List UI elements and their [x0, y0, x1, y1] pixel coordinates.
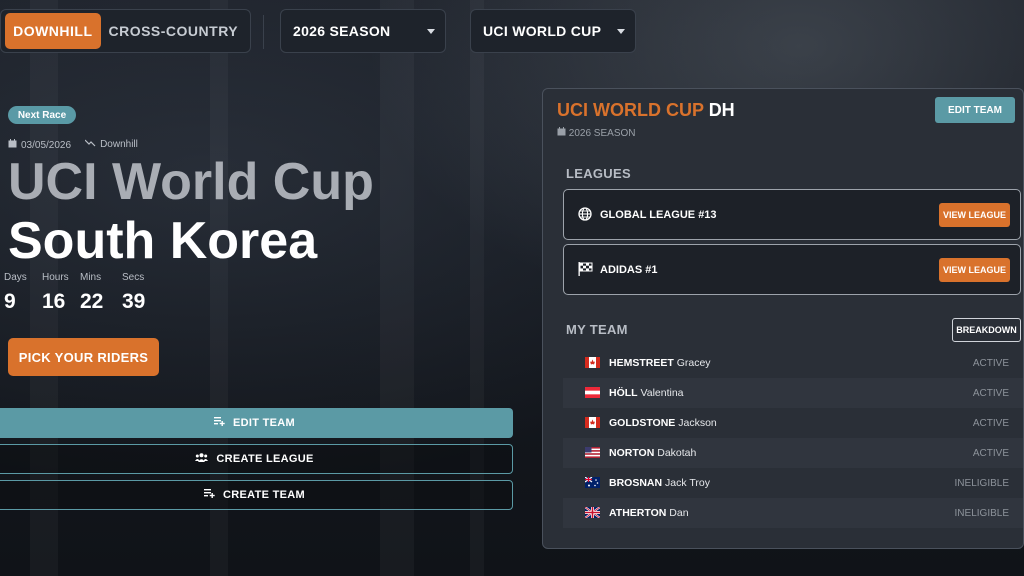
- rider-status: ACTIVE: [972, 357, 1009, 369]
- rider-first-name: Dan: [669, 507, 689, 519]
- rider-status: INELIGIBLE: [954, 477, 1009, 489]
- table-row[interactable]: BROSNAN Jack Troy INELIGIBLE: [563, 468, 1023, 498]
- race-title-location: South Korea: [8, 212, 318, 270]
- rider-name: HEMSTREET Gracey: [609, 357, 711, 369]
- race-date: 03/05/2026: [8, 139, 71, 151]
- rider-last-name: BROSNAN: [609, 477, 663, 489]
- rider-name: HÖLL Valentina: [609, 387, 684, 399]
- list-add-icon: [204, 489, 215, 501]
- race-title-series: UCI World Cup: [8, 153, 374, 211]
- rider-first-name: Gracey: [676, 357, 711, 369]
- race-type: Downhill: [84, 139, 138, 151]
- season-select-value: 2026 SEASON: [293, 23, 391, 39]
- countdown-value: 39: [122, 290, 146, 313]
- countdown-hours: Hours 16: [42, 272, 69, 314]
- view-league-button[interactable]: VIEW LEAGUE: [939, 203, 1010, 227]
- table-row[interactable]: HEMSTREET Gracey ACTIVE: [563, 348, 1023, 378]
- league-name: GLOBAL LEAGUE #13: [600, 209, 717, 221]
- edit-team-label: EDIT TEAM: [233, 417, 295, 429]
- rider-first-name: Jack Troy: [665, 477, 710, 489]
- countdown-mins: Mins 22: [80, 272, 108, 314]
- create-league-label: CREATE LEAGUE: [216, 453, 314, 465]
- canada-flag-icon: [585, 417, 600, 428]
- countdown-secs: Secs 39: [122, 272, 150, 314]
- create-team-button[interactable]: CREATE TEAM: [0, 480, 513, 510]
- checkered-flag-icon: [578, 262, 593, 281]
- panel-season: 2026 SEASON: [557, 127, 636, 139]
- cross-country-tab[interactable]: CROSS-COUNTRY: [101, 13, 246, 49]
- rider-last-name: NORTON: [609, 447, 655, 459]
- rider-status: ACTIVE: [972, 417, 1009, 429]
- rider-last-name: GOLDSTONE: [609, 417, 676, 429]
- league-card: GLOBAL LEAGUE #13 VIEW LEAGUE: [563, 189, 1021, 240]
- globe-icon: [578, 207, 592, 226]
- usa-flag-icon: [585, 447, 600, 458]
- chevron-down-icon: [427, 29, 435, 34]
- next-race-badge: Next Race: [8, 106, 76, 124]
- chevron-down-icon: [617, 29, 625, 34]
- downhill-tab[interactable]: DOWNHILL: [5, 13, 101, 49]
- rider-last-name: ATHERTON: [609, 507, 667, 519]
- panel-edit-team-button[interactable]: EDIT TEAM: [935, 97, 1015, 123]
- create-team-label: CREATE TEAM: [223, 489, 305, 501]
- australia-flag-icon: [585, 477, 600, 488]
- create-league-button[interactable]: CREATE LEAGUE: [0, 444, 513, 474]
- canada-flag-icon: [585, 357, 600, 368]
- race-type-text: Downhill: [100, 139, 138, 150]
- view-league-button[interactable]: VIEW LEAGUE: [939, 258, 1010, 282]
- trend-down-icon: [84, 139, 96, 150]
- countdown-label: Mins: [80, 272, 102, 283]
- countdown-label: Days: [4, 272, 27, 283]
- rider-first-name: Dakotah: [657, 447, 697, 459]
- countdown-value: 22: [80, 290, 104, 313]
- countdown-label: Secs: [122, 272, 145, 283]
- rider-name: GOLDSTONE Jackson: [609, 417, 717, 429]
- rider-status: ACTIVE: [972, 447, 1009, 459]
- rider-name: NORTON Dakotah: [609, 447, 696, 459]
- countdown-value: 9: [4, 290, 16, 313]
- table-row[interactable]: GOLDSTONE Jackson ACTIVE: [563, 408, 1023, 438]
- season-select[interactable]: 2026 SEASON: [280, 9, 446, 53]
- team-panel: UCI WORLD CUP DH 2026 SEASON EDIT TEAM L…: [542, 88, 1024, 549]
- divider: [263, 15, 264, 49]
- calendar-icon: [8, 139, 17, 151]
- my-team-heading: MY TEAM: [566, 322, 628, 337]
- countdown-value: 16: [42, 290, 66, 313]
- series-select[interactable]: UCI WORLD CUP: [470, 9, 636, 53]
- league-card: ADIDAS #1 VIEW LEAGUE: [563, 244, 1021, 295]
- austria-flag-icon: [585, 387, 600, 398]
- panel-title-discipline: DH: [708, 100, 735, 120]
- panel-title: UCI WORLD CUP DH: [557, 100, 735, 121]
- race-meta: 03/05/2026 Downhill: [8, 139, 138, 151]
- countdown: Days 9 Hours 16 Mins 22 Secs 39: [4, 272, 164, 314]
- league-name: ADIDAS #1: [600, 264, 658, 276]
- users-icon: [195, 453, 209, 465]
- breakdown-button[interactable]: BREAKDOWN: [952, 318, 1021, 342]
- pick-riders-button[interactable]: PICK YOUR RIDERS: [8, 338, 159, 376]
- leagues-heading: LEAGUES: [566, 166, 631, 181]
- table-row[interactable]: HÖLL Valentina ACTIVE: [563, 378, 1023, 408]
- rider-name: BROSNAN Jack Troy: [609, 477, 710, 489]
- countdown-days: Days 9: [4, 272, 28, 314]
- rider-first-name: Jackson: [678, 417, 717, 429]
- table-row[interactable]: ATHERTON Dan INELIGIBLE: [563, 498, 1023, 528]
- table-row[interactable]: NORTON Dakotah ACTIVE: [563, 438, 1023, 468]
- rider-status: INELIGIBLE: [954, 507, 1009, 519]
- rider-first-name: Valentina: [640, 387, 684, 399]
- series-select-value: UCI WORLD CUP: [483, 23, 602, 39]
- rider-status: ACTIVE: [972, 387, 1009, 399]
- list-edit-icon: [214, 417, 225, 429]
- rider-last-name: HÖLL: [609, 387, 638, 399]
- uk-flag-icon: [585, 507, 600, 518]
- countdown-label: Hours: [42, 272, 69, 283]
- rider-name: ATHERTON Dan: [609, 507, 689, 519]
- edit-team-button[interactable]: EDIT TEAM: [0, 408, 513, 438]
- calendar-icon: [557, 127, 569, 139]
- panel-season-text: 2026 SEASON: [568, 128, 636, 139]
- rider-last-name: HEMSTREET: [609, 357, 674, 369]
- race-date-text: 03/05/2026: [21, 140, 72, 151]
- panel-title-series: UCI WORLD CUP: [557, 100, 704, 120]
- discipline-switch: DOWNHILL CROSS-COUNTRY: [0, 9, 251, 53]
